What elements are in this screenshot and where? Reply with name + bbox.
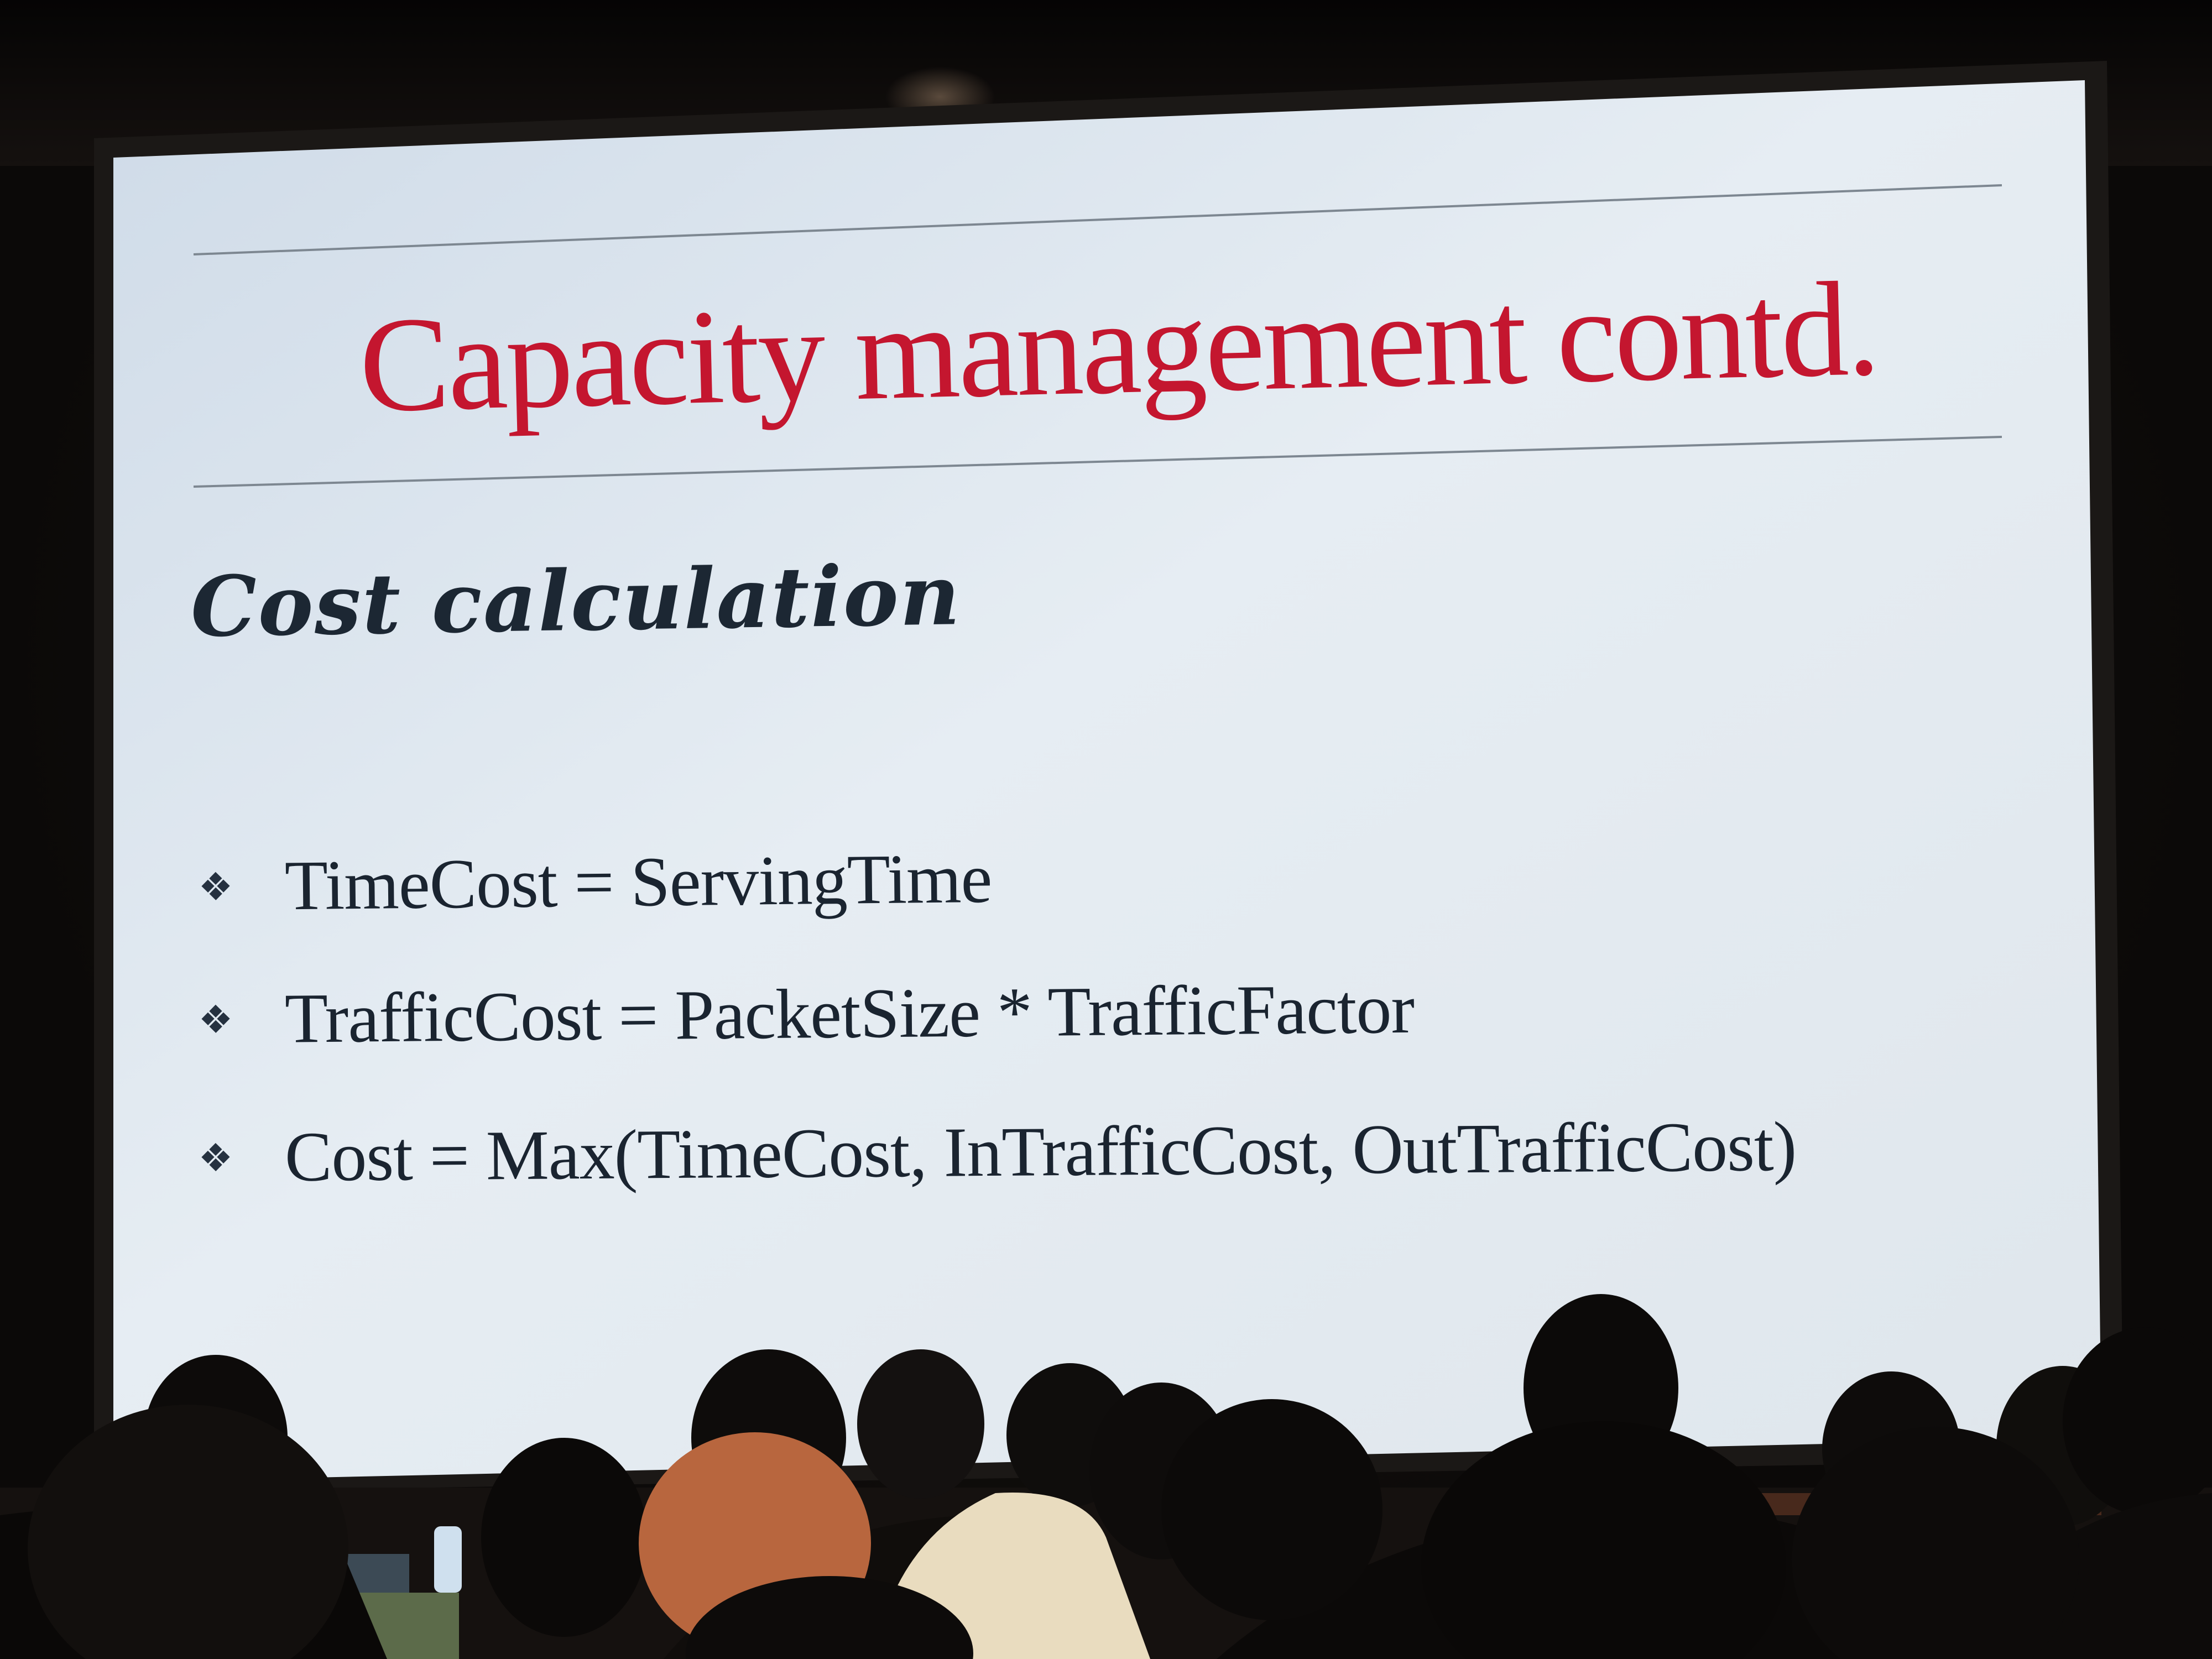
audience-silhouettes xyxy=(0,1294,2212,1659)
lecture-hall-photo: Capacity management contd. Cost calculat… xyxy=(0,0,2212,1659)
audience-head xyxy=(857,1349,984,1499)
audience-head xyxy=(481,1438,647,1637)
audience-head xyxy=(1421,1421,1786,1659)
audience-head xyxy=(28,1405,348,1659)
audience-head xyxy=(1161,1399,1383,1620)
water-bottle xyxy=(434,1526,462,1593)
